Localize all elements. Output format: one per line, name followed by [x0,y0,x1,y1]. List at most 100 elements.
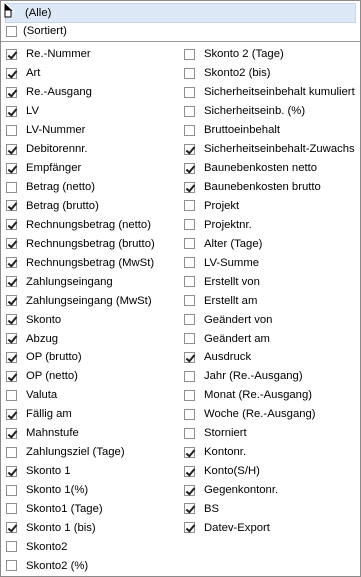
checkbox[interactable] [6,333,17,345]
column-option-fällig-am[interactable]: Fällig am [6,405,176,424]
column-option-kontonr[interactable]: Kontonr. [184,443,359,462]
checkbox[interactable] [184,143,195,155]
checkbox[interactable] [6,257,17,269]
checkbox[interactable] [6,86,17,98]
sorted-checkbox[interactable] [6,25,17,37]
checkbox[interactable] [6,560,17,572]
column-option-jahr-re-ausgang[interactable]: Jahr (Re.-Ausgang) [184,367,359,386]
checkbox[interactable] [6,67,17,79]
column-option-betrag-netto[interactable]: Betrag (netto) [6,178,176,197]
checkbox[interactable] [6,427,17,439]
column-option-erstellt-am[interactable]: Erstellt am [184,291,359,310]
column-option-zahlungseingang-mwst[interactable]: Zahlungseingang (MwSt) [6,291,176,310]
column-option-konto-s-h[interactable]: Konto(S/H) [184,462,359,481]
column-option-rechnungsbetrag-brutto[interactable]: Rechnungsbetrag (brutto) [6,234,176,253]
column-option-abzug[interactable]: Abzug [6,329,176,348]
checkbox[interactable] [184,484,195,496]
column-option-baunebenkosten-brutto[interactable]: Baunebenkosten brutto [184,178,359,197]
checkbox[interactable] [6,200,17,212]
checkbox[interactable] [184,105,195,117]
checkbox[interactable] [184,124,195,136]
column-option-storniert[interactable]: Storniert [184,424,359,443]
column-option-zahlungsziel-tage[interactable]: Zahlungsziel (Tage) [6,443,176,462]
checkbox[interactable] [184,465,195,477]
column-option-sicherheitseinb[interactable]: Sicherheitseinb. (%) [184,102,359,121]
column-option-woche-re-ausgang[interactable]: Woche (Re.-Ausgang) [184,405,359,424]
column-option-rechnungsbetrag-mwst[interactable]: Rechnungsbetrag (MwSt) [6,253,176,272]
column-option-sicherheitseinbehalt-kumuliert[interactable]: Sicherheitseinbehalt kumuliert [184,83,359,102]
checkbox[interactable] [6,219,17,231]
column-option-geändert-von[interactable]: Geändert von [184,310,359,329]
column-option-datev-export[interactable]: Datev-Export [184,518,359,537]
checkbox[interactable] [184,295,195,307]
checkbox[interactable] [184,333,195,345]
checkbox[interactable] [6,181,17,193]
checkbox[interactable] [184,427,195,439]
column-option-sicherheitseinbehalt-zuwachs[interactable]: Sicherheitseinbehalt-Zuwachs [184,140,359,159]
checkbox[interactable] [184,48,195,60]
checkbox[interactable] [6,370,17,382]
column-option-op-netto[interactable]: OP (netto) [6,367,176,386]
column-option-projekt[interactable]: Projekt [184,197,359,216]
column-option-re-ausgang[interactable]: Re.-Ausgang [6,83,176,102]
column-option-op-brutto[interactable]: OP (brutto) [6,348,176,367]
sorted-row[interactable]: (Sortiert) [6,22,67,40]
checkbox[interactable] [6,484,17,496]
column-option-skonto2-bis[interactable]: Skonto2 (bis) [184,64,359,83]
column-option-empfänger[interactable]: Empfänger [6,159,176,178]
checkbox[interactable] [6,143,17,155]
checkbox[interactable] [6,105,17,117]
column-option-baunebenkosten-netto[interactable]: Baunebenkosten netto [184,159,359,178]
checkbox[interactable] [6,522,17,534]
checkbox[interactable] [184,276,195,288]
checkbox[interactable] [6,162,17,174]
checkbox[interactable] [6,295,17,307]
checkbox[interactable] [6,314,17,326]
column-option-zahlungseingang[interactable]: Zahlungseingang [6,272,176,291]
checkbox[interactable] [184,314,195,326]
column-option-monat-re-ausgang[interactable]: Monat (Re.-Ausgang) [184,386,359,405]
checkbox[interactable] [184,522,195,534]
checkbox[interactable] [6,276,17,288]
checkbox[interactable] [184,238,195,250]
checkbox[interactable] [184,200,195,212]
column-option-ausdruck[interactable]: Ausdruck [184,348,359,367]
checkbox[interactable] [184,219,195,231]
checkbox[interactable] [6,541,17,553]
column-option-skonto1-tage[interactable]: Skonto1 (Tage) [6,500,176,519]
column-option-skonto-2-tage[interactable]: Skonto 2 (Tage) [184,45,359,64]
column-option-skonto[interactable]: Skonto [6,310,176,329]
column-option-projektnr[interactable]: Projektnr. [184,215,359,234]
checkbox[interactable] [184,67,195,79]
checkbox[interactable] [6,408,17,420]
checkbox[interactable] [184,257,195,269]
column-option-skonto2[interactable]: Skonto2 (%) [6,556,176,575]
column-option-bruttoeinbehalt[interactable]: Bruttoeinbehalt [184,121,359,140]
checkbox[interactable] [6,389,17,401]
column-option-geändert-am[interactable]: Geändert am [184,329,359,348]
checkbox[interactable] [184,86,195,98]
checkbox[interactable] [184,370,195,382]
column-option-re-nummer[interactable]: Re.-Nummer [6,45,176,64]
column-option-betrag-brutto[interactable]: Betrag (brutto) [6,197,176,216]
checkbox[interactable] [184,389,195,401]
column-option-skonto-1-bis[interactable]: Skonto 1 (bis) [6,518,176,537]
checkbox[interactable] [184,408,195,420]
column-option-gegenkontonr[interactable]: Gegenkontonr. [184,481,359,500]
checkbox[interactable] [6,48,17,60]
column-option-lv-summe[interactable]: LV-Summe [184,253,359,272]
select-all-row[interactable]: (Alle) [5,3,356,23]
column-option-erstellt-von[interactable]: Erstellt von [184,272,359,291]
checkbox[interactable] [6,124,17,136]
column-option-art[interactable]: Art [6,64,176,83]
column-option-skonto-1[interactable]: Skonto 1(%) [6,481,176,500]
column-option-bs[interactable]: BS [184,500,359,519]
checkbox[interactable] [184,446,195,458]
column-option-rechnungsbetrag-netto[interactable]: Rechnungsbetrag (netto) [6,215,176,234]
column-option-lv-nummer[interactable]: LV-Nummer [6,121,176,140]
checkbox[interactable] [184,503,195,515]
checkbox[interactable] [184,181,195,193]
checkbox[interactable] [6,351,17,363]
checkbox[interactable] [6,465,17,477]
checkbox[interactable] [6,446,17,458]
